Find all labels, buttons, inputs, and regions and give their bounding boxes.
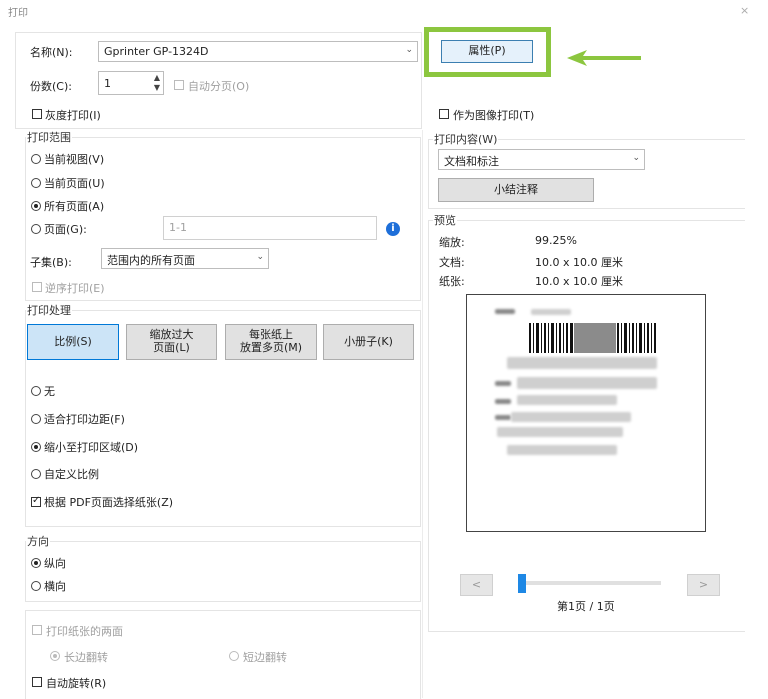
spinner-down-icon[interactable]: ▼ bbox=[154, 83, 160, 92]
arrow-pointer-icon bbox=[567, 50, 641, 66]
print-range-title: 打印范围 bbox=[26, 129, 72, 145]
content-title: 打印内容(W) bbox=[433, 131, 499, 147]
pages-input[interactable]: 1-1 bbox=[163, 216, 377, 240]
chevron-down-icon: ⌄ bbox=[405, 45, 413, 55]
prev-page-button[interactable]: < bbox=[460, 574, 493, 596]
zoom-value: 99.25% bbox=[535, 234, 577, 247]
subset-label: 子集(B): bbox=[30, 256, 72, 269]
chevron-down-icon: ⌄ bbox=[256, 252, 264, 262]
checkmark-icon: ✓ bbox=[32, 495, 41, 506]
pages-input-value: 1-1 bbox=[169, 221, 187, 234]
orientation-group bbox=[25, 541, 421, 602]
reverse-label: 逆序打印(E) bbox=[45, 282, 105, 295]
printer-name-label: 名称(N): bbox=[30, 46, 73, 59]
radio-current-page[interactable] bbox=[31, 178, 41, 188]
none-label: 无 bbox=[44, 385, 55, 398]
shrink-area-label: 缩小至打印区域(D) bbox=[44, 441, 139, 454]
paper-value: 10.0 x 10.0 厘米 bbox=[535, 275, 623, 288]
radio-shrink-area[interactable] bbox=[31, 442, 41, 452]
preview-label-line bbox=[495, 309, 515, 314]
preview-blurred-line bbox=[517, 377, 657, 389]
tab-scale[interactable]: 比例(S) bbox=[27, 324, 119, 360]
choose-paper-label: 根据 PDF页面选择纸张(Z) bbox=[44, 496, 174, 509]
preview-label-line bbox=[495, 415, 511, 420]
tab-shrink-oversized[interactable]: 缩放过大 页面(L) bbox=[126, 324, 217, 360]
preview-blurred-line bbox=[507, 445, 617, 455]
content-select[interactable]: 文档和标注 ⌄ bbox=[438, 149, 645, 170]
landscape-label: 横向 bbox=[44, 580, 66, 593]
auto-rotate-checkbox[interactable] bbox=[32, 677, 42, 687]
preview-label-line bbox=[495, 399, 511, 404]
radio-short-edge[interactable] bbox=[229, 651, 239, 661]
copies-spinner[interactable]: 1 ▲ ▼ bbox=[98, 71, 164, 95]
summarize-comments-button[interactable]: 小结注释 bbox=[438, 178, 594, 202]
auto-rotate-label: 自动旋转(R) bbox=[46, 677, 107, 690]
info-icon[interactable]: i bbox=[386, 222, 400, 236]
chevron-down-icon: ⌄ bbox=[632, 153, 640, 163]
reverse-checkbox[interactable] bbox=[32, 282, 42, 292]
radio-pages[interactable] bbox=[31, 224, 41, 234]
preview-blurred-line bbox=[507, 357, 657, 369]
radio-custom-scale[interactable] bbox=[31, 469, 41, 479]
tab-booklet[interactable]: 小册子(K) bbox=[323, 324, 414, 360]
preview-label-line bbox=[531, 309, 571, 315]
barcode-image bbox=[529, 323, 656, 353]
radio-long-edge[interactable] bbox=[50, 651, 60, 661]
orientation-title: 方向 bbox=[26, 533, 50, 549]
grayscale-label: 灰度打印(I) bbox=[45, 109, 101, 122]
subset-select[interactable]: 范围内的所有页面 ⌄ bbox=[101, 248, 269, 269]
fit-margins-label: 适合打印边距(F) bbox=[44, 413, 125, 426]
subset-value: 范围内的所有页面 bbox=[107, 254, 195, 267]
copies-value: 1 bbox=[104, 77, 111, 90]
page-slider-thumb[interactable] bbox=[518, 574, 526, 593]
current-view-label: 当前视图(V) bbox=[44, 153, 105, 166]
print-handling-title: 打印处理 bbox=[26, 302, 72, 318]
radio-portrait[interactable] bbox=[31, 558, 41, 568]
both-sides-label: 打印纸张的两面 bbox=[46, 625, 123, 638]
doc-value: 10.0 x 10.0 厘米 bbox=[535, 256, 623, 269]
preview-blurred-line bbox=[497, 427, 623, 437]
page-slider-track[interactable] bbox=[521, 581, 661, 585]
radio-landscape[interactable] bbox=[31, 581, 41, 591]
radio-fit-margins[interactable] bbox=[31, 414, 41, 424]
preview-blurred-line bbox=[511, 412, 631, 422]
print-as-image-label: 作为图像打印(T) bbox=[453, 109, 535, 122]
printer-select-value: Gprinter GP-1324D bbox=[104, 45, 209, 58]
content-value: 文档和标注 bbox=[444, 155, 499, 168]
portrait-label: 纵向 bbox=[44, 557, 66, 570]
preview-title: 预览 bbox=[433, 212, 457, 228]
page-indicator: 第1页 / 1页 bbox=[557, 600, 615, 613]
tab-multiple-pages[interactable]: 每张纸上 放置多页(M) bbox=[225, 324, 317, 360]
print-as-image-checkbox[interactable] bbox=[439, 109, 449, 119]
window-title: 打印 bbox=[8, 8, 28, 19]
next-page-button[interactable]: > bbox=[687, 574, 720, 596]
custom-scale-label: 自定义比例 bbox=[44, 468, 99, 481]
printer-select[interactable]: Gprinter GP-1324D ⌄ bbox=[98, 41, 418, 62]
left-column-divider bbox=[422, 130, 423, 698]
collate-checkbox[interactable] bbox=[174, 80, 184, 90]
zoom-label: 缩放: bbox=[439, 236, 465, 249]
copies-label: 份数(C): bbox=[30, 80, 72, 93]
long-edge-label: 长边翻转 bbox=[64, 651, 108, 664]
all-pages-label: 所有页面(A) bbox=[44, 200, 105, 213]
close-icon[interactable]: × bbox=[740, 4, 749, 17]
info-icon-glyph: i bbox=[391, 223, 395, 234]
preview-label-line bbox=[495, 381, 511, 386]
collate-label: 自动分页(O) bbox=[188, 80, 250, 93]
paper-label: 纸张: bbox=[439, 275, 465, 288]
doc-label: 文档: bbox=[439, 256, 465, 269]
spinner-up-icon[interactable]: ▲ bbox=[154, 73, 160, 82]
grayscale-checkbox[interactable] bbox=[32, 109, 42, 119]
short-edge-label: 短边翻转 bbox=[243, 651, 287, 664]
radio-all-pages[interactable] bbox=[31, 201, 41, 211]
preview-page bbox=[466, 294, 706, 532]
choose-paper-checkbox[interactable]: ✓ bbox=[31, 495, 41, 507]
radio-current-view[interactable] bbox=[31, 154, 41, 164]
preview-blurred-line bbox=[517, 395, 617, 405]
properties-button[interactable]: 属性(P) bbox=[441, 40, 533, 63]
current-page-label: 当前页面(U) bbox=[44, 177, 105, 190]
pages-label: 页面(G): bbox=[44, 223, 87, 236]
both-sides-checkbox[interactable] bbox=[32, 625, 42, 635]
radio-none[interactable] bbox=[31, 386, 41, 396]
